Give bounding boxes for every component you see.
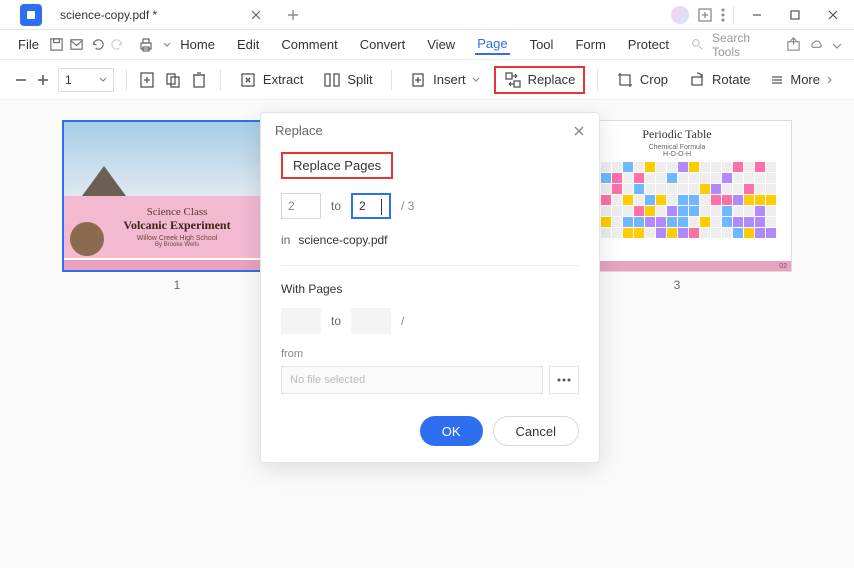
menu-page[interactable]: Page: [475, 34, 509, 55]
periodic-grid: [569, 162, 785, 238]
rotate-label: Rotate: [712, 72, 750, 87]
split-label: Split: [347, 72, 372, 87]
thumb1-line4: By Brooke Wells: [155, 242, 199, 248]
ok-button[interactable]: OK: [420, 416, 483, 446]
split-button[interactable]: Split: [317, 69, 378, 91]
thumb1-number: 1: [174, 278, 181, 292]
menu-protect[interactable]: Protect: [626, 35, 671, 54]
dialog-title: Replace: [275, 123, 323, 138]
menu-edit[interactable]: Edit: [235, 35, 261, 54]
dialog-close-icon[interactable]: [573, 125, 585, 137]
from-label: from: [281, 348, 579, 360]
thumb1-line2: Volcanic Experiment: [123, 218, 230, 233]
menu-form[interactable]: Form: [573, 35, 607, 54]
menubar: File Home Edit Comment Convert View Page…: [0, 30, 854, 60]
maximize-button[interactable]: [780, 5, 810, 25]
extract-label: Extract: [263, 72, 303, 87]
replace-button[interactable]: Replace: [494, 66, 586, 94]
separator: [733, 6, 734, 24]
minimize-button[interactable]: [742, 5, 772, 25]
save-icon[interactable]: [47, 33, 66, 57]
app-icon: [20, 4, 42, 26]
tab-title: science-copy.pdf *: [60, 8, 157, 22]
cancel-button[interactable]: Cancel: [493, 416, 579, 446]
cloud-icon[interactable]: [809, 37, 824, 52]
replace-dialog: Replace Replace Pages 2 to 2 / 3 in scie…: [260, 112, 600, 463]
document-tab[interactable]: science-copy.pdf *: [50, 3, 273, 27]
mail-icon[interactable]: [68, 33, 87, 57]
to-label-2: to: [331, 314, 341, 328]
zoom-in-icon[interactable]: [36, 66, 50, 94]
titlebar: science-copy.pdf *: [0, 0, 854, 30]
with-pages-heading: With Pages: [281, 282, 579, 296]
with-from-input[interactable]: [281, 308, 321, 334]
chevron-down-icon[interactable]: [158, 33, 177, 57]
menu-tool[interactable]: Tool: [528, 35, 556, 54]
delete-page-icon[interactable]: [190, 66, 208, 94]
slash-label: /: [401, 314, 404, 328]
user-avatar-icon[interactable]: [671, 6, 689, 24]
to-label: to: [331, 199, 341, 213]
with-to-input[interactable]: [351, 308, 391, 334]
more-label: More: [790, 72, 820, 87]
search-icon[interactable]: [691, 38, 704, 51]
close-tab-icon[interactable]: [249, 8, 263, 22]
file-path-input[interactable]: No file selected: [281, 366, 543, 394]
replace-from-input[interactable]: 2: [281, 193, 321, 219]
page-number-value: 1: [65, 73, 72, 87]
thumb1-line3: Willow Creek High School: [137, 235, 218, 242]
duplicate-page-icon[interactable]: [164, 66, 182, 94]
share-box-icon[interactable]: [697, 7, 713, 23]
menu-home[interactable]: Home: [178, 35, 217, 54]
expand-icon[interactable]: [832, 40, 842, 50]
dropdown-chevron-icon[interactable]: [99, 76, 107, 84]
menu-view[interactable]: View: [425, 35, 457, 54]
share-icon[interactable]: [786, 37, 801, 52]
periodic-sub2: H-O-O-H: [569, 151, 785, 158]
replace-label: Replace: [528, 72, 576, 87]
periodic-sub1: Chemical Formula: [569, 144, 785, 151]
thumb-page-1[interactable]: Science Class Volcanic Experiment Willow…: [62, 120, 292, 292]
undo-icon[interactable]: [88, 33, 107, 57]
crop-button[interactable]: Crop: [610, 69, 674, 91]
kebab-menu-icon[interactable]: [721, 8, 725, 22]
crop-label: Crop: [640, 72, 668, 87]
extract-button[interactable]: Extract: [233, 69, 309, 91]
close-window-button[interactable]: [818, 5, 848, 25]
insert-button[interactable]: Insert: [403, 69, 486, 91]
new-tab-button[interactable]: [283, 5, 303, 25]
page-number-input[interactable]: 1: [58, 68, 114, 92]
redo-icon[interactable]: [109, 33, 128, 57]
total-pages: / 3: [401, 199, 414, 213]
thumb3-number: 3: [674, 278, 681, 292]
in-filename: science-copy.pdf: [298, 233, 387, 247]
print-icon[interactable]: [137, 33, 156, 57]
divider: [281, 265, 579, 266]
periodic-title: Periodic Table: [569, 127, 785, 142]
file-menu[interactable]: File: [12, 37, 45, 52]
blank-page-icon[interactable]: [138, 66, 156, 94]
menu-comment[interactable]: Comment: [279, 35, 339, 54]
replace-pages-heading: Replace Pages: [281, 152, 393, 179]
zoom-out-icon[interactable]: [14, 66, 28, 94]
browse-file-button[interactable]: [549, 366, 579, 394]
search-tools-input[interactable]: Search Tools: [712, 31, 757, 59]
thumb3-badge: 02: [779, 263, 787, 270]
in-label: in: [281, 233, 290, 247]
menu-convert[interactable]: Convert: [358, 35, 408, 54]
page-toolbar: 1 Extract Split Insert Replace Crop Rota…: [0, 60, 854, 100]
replace-to-input[interactable]: 2: [351, 193, 391, 219]
thumb1-line1: Science Class: [147, 206, 208, 218]
insert-label: Insert: [433, 72, 466, 87]
rotate-button[interactable]: Rotate: [682, 69, 756, 91]
more-button[interactable]: More: [764, 70, 840, 89]
